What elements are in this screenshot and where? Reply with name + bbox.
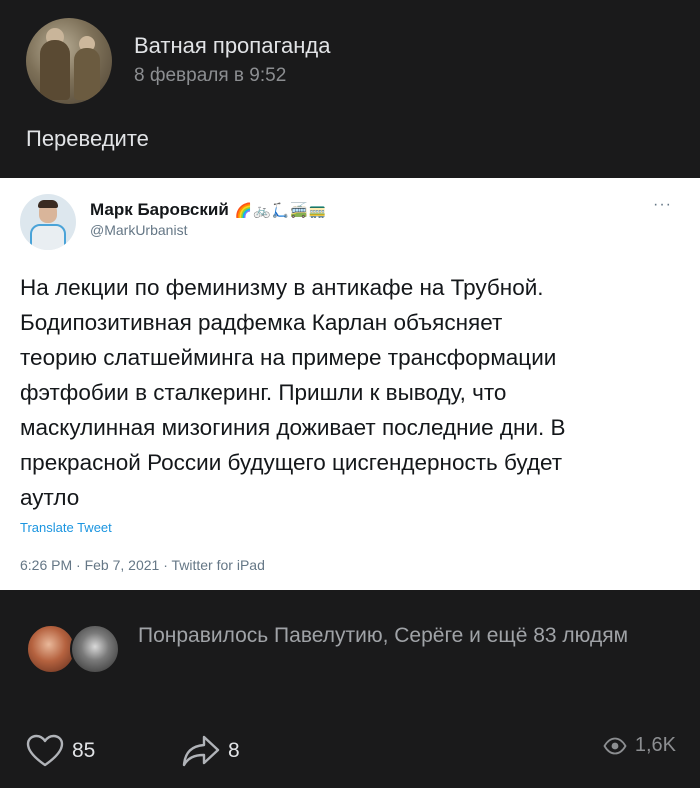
views-count: 1,6K	[634, 734, 676, 756]
wall-post: Ватная пропаганда 8 февраля в 9:52 Перев…	[0, 0, 700, 788]
tweet-author-avatar	[20, 194, 76, 250]
views-counter: 1,6K	[603, 734, 676, 757]
post-header: Ватная пропаганда 8 февраля в 9:52	[26, 18, 330, 104]
tweet-translate-link: Translate Tweet	[20, 520, 112, 535]
tweet-author-emoji: 🌈🚲🛴🚎🚃	[234, 201, 327, 218]
tweet-screenshot[interactable]: Марк Баровский 🌈🚲🛴🚎🚃 @MarkUrbanist ··· Н…	[0, 178, 700, 590]
like-button[interactable]: 85	[26, 734, 95, 768]
group-avatar[interactable]	[26, 18, 112, 104]
tweet-author-name: Марк Баровский	[90, 200, 229, 219]
eye-icon	[603, 737, 627, 754]
tweet-body: На лекции по феминизму в антикафе на Тру…	[20, 275, 566, 510]
ellipsis-icon: ···	[653, 196, 672, 213]
post-text: Переведите	[26, 126, 149, 151]
post-date[interactable]: 8 февраля в 9:52	[134, 62, 330, 90]
tweet-meta: 6:26 PM · Feb 7, 2021 · Twitter for iPad	[20, 557, 265, 573]
heart-icon	[26, 734, 64, 767]
likes-text[interactable]: Понравилось Павелутию, Серёге и ещё 83 л…	[138, 620, 658, 652]
like-count: 85	[72, 739, 96, 762]
share-button[interactable]: 8	[182, 734, 240, 768]
liker-avatars	[26, 620, 126, 674]
share-arrow-icon	[182, 735, 220, 767]
avatar	[70, 624, 120, 674]
share-count: 8	[228, 739, 240, 762]
tweet-author-handle: @MarkUrbanist	[90, 222, 188, 238]
avatar	[26, 624, 76, 674]
post-actions: 85 8 1,6K	[26, 734, 676, 770]
group-name[interactable]: Ватная пропаганда	[134, 32, 330, 60]
likes-summary[interactable]: Понравилось Павелутию, Серёге и ещё 83 л…	[26, 620, 658, 674]
